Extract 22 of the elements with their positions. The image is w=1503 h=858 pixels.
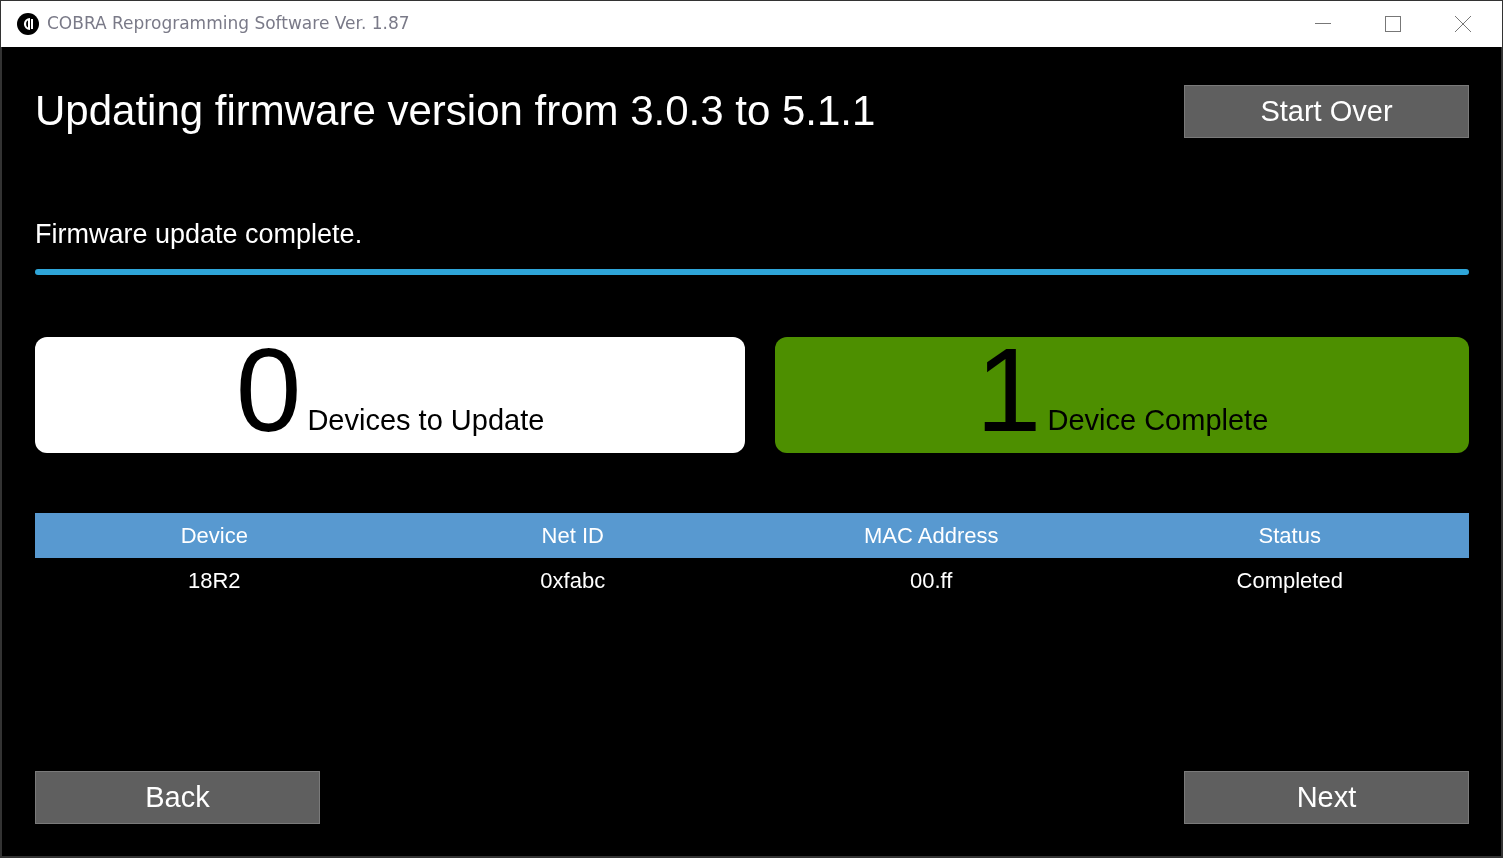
window-title: COBRA Reprogramming Software Ver. 1.87 [47, 12, 410, 36]
counter-label: Device Complete [1047, 403, 1269, 438]
close-icon [1455, 16, 1471, 32]
back-button[interactable]: Back [35, 771, 320, 824]
table-cell: 18R2 [187, 568, 241, 593]
counter-number: 0 [235, 334, 302, 447]
table-cell: 0xfabc [540, 568, 606, 593]
start-over-button[interactable]: Start Over [1184, 85, 1469, 138]
column-header: Status [1257, 521, 1322, 550]
table-cell: Completed [1236, 568, 1343, 593]
table-cell: 00.ff [910, 568, 953, 593]
maximize-icon [1385, 16, 1401, 32]
next-button[interactable]: Next [1184, 771, 1469, 824]
column-header: Net ID [540, 521, 605, 550]
column-header: MAC Address [863, 521, 1000, 550]
page-heading: Updating firmware version from 3.0.3 to 5.1.1 [35, 86, 876, 137]
counter-label: Devices to Update [307, 403, 545, 438]
status-text: Firmware update complete. [35, 218, 364, 251]
column-header: Device [179, 521, 249, 550]
counter-number: 1 [975, 334, 1042, 447]
app-logo-icon [17, 13, 39, 35]
minimize-icon [1315, 23, 1331, 25]
